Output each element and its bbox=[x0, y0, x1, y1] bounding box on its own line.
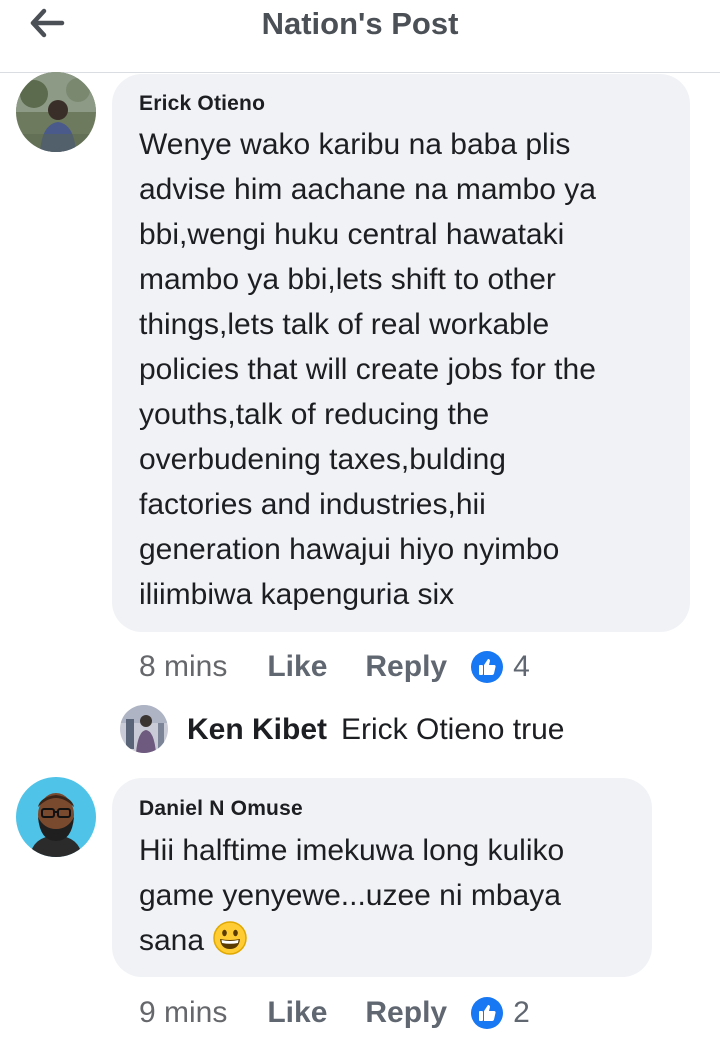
comment-line: youths,talk of reducing the bbox=[139, 398, 490, 431]
comment-actions: 9 mins Like Reply 2 bbox=[139, 993, 530, 1033]
comment-line: advise him aachane na mambo ya bbox=[139, 173, 596, 206]
comment-line: Hii halftime imekuwa long kuliko bbox=[139, 834, 565, 867]
comment-line: policies that will create jobs for the bbox=[139, 353, 596, 386]
comment-line: generation hawajui hiyo nyimbo bbox=[139, 533, 560, 566]
page-title: Nation's Post bbox=[261, 6, 459, 41]
comment-line: factories and industries,hii bbox=[139, 488, 486, 521]
top-bar: Nation's Post bbox=[0, 0, 720, 73]
avatar-daniel-n-omuse[interactable] bbox=[16, 777, 96, 857]
reply-comment: Ken Kibet Erick Otieno true bbox=[187, 710, 564, 750]
comment-line: bbi,wengi huku central hawataki bbox=[139, 218, 565, 251]
reaction-count: 2 bbox=[513, 996, 530, 1029]
comment-time[interactable]: 9 mins bbox=[139, 996, 227, 1030]
comment-line: overbudening taxes,bulding bbox=[139, 443, 506, 476]
reply-author[interactable]: Ken Kibet bbox=[187, 713, 327, 747]
grinning-face-emoji bbox=[213, 921, 247, 955]
profile-photo bbox=[16, 72, 96, 152]
reply-button[interactable]: Reply bbox=[365, 650, 447, 684]
comment-text: Hii halftime imekuwa long kuliko game ye… bbox=[139, 828, 564, 963]
like-button[interactable]: Like bbox=[267, 996, 327, 1030]
avatar-erick-otieno[interactable] bbox=[16, 72, 96, 152]
comment-line: iliimbiwa kapenguria six bbox=[139, 578, 455, 611]
comment-line: things,lets talk of real workable bbox=[139, 308, 550, 341]
comment-author[interactable]: Daniel N Omuse bbox=[139, 797, 303, 821]
reply-text: Erick Otieno true bbox=[341, 713, 565, 746]
thumbs-up-icon[interactable] bbox=[471, 997, 504, 1029]
thumbs-up-icon[interactable] bbox=[471, 651, 504, 683]
comment-line: Wenye wako karibu na baba plis bbox=[139, 128, 571, 161]
comment-author[interactable]: Erick Otieno bbox=[139, 92, 265, 116]
comment-line: game yenyewe...uzee ni mbaya bbox=[139, 879, 561, 912]
comment-actions: 8 mins Like Reply 4 bbox=[139, 647, 530, 687]
like-button[interactable]: Like bbox=[267, 650, 327, 684]
reaction-count: 4 bbox=[513, 650, 530, 683]
avatar-ken-kibet[interactable] bbox=[120, 705, 168, 753]
comment-line-with-emoji: sana bbox=[139, 918, 564, 963]
comment-time[interactable]: 8 mins bbox=[139, 650, 227, 684]
reply-button[interactable]: Reply bbox=[365, 996, 447, 1030]
profile-photo bbox=[16, 777, 96, 857]
comment-line: sana bbox=[139, 924, 205, 957]
profile-photo bbox=[120, 705, 168, 753]
comment-line: mambo ya bbi,lets shift to other bbox=[139, 263, 556, 296]
comment-text: Wenye wako karibu na baba plis advise hi… bbox=[139, 122, 596, 617]
